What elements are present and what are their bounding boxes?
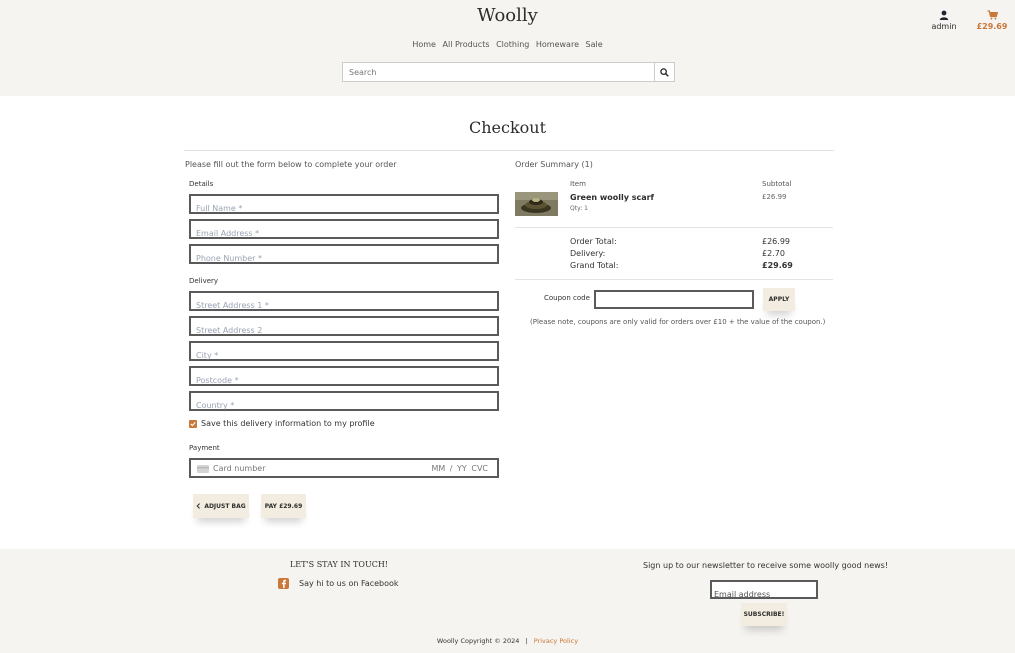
item-qty: Qty: 1	[570, 205, 588, 212]
coupon-note: (Please note, coupons are only valid for…	[530, 318, 826, 326]
order-total-value: £26.99	[762, 237, 790, 246]
brand-logo[interactable]: Woolly	[0, 5, 1015, 26]
delivery-label: Delivery	[189, 277, 219, 285]
totals-divider	[515, 279, 833, 280]
copyright-text: Woolly Copyright © 2024	[436, 637, 520, 645]
cart-icon	[987, 10, 998, 20]
phone-input[interactable]	[191, 250, 497, 267]
save-info-label: Save this delivery information to my pro…	[201, 419, 375, 428]
newsletter-text: Sign up to our newsletter to receive som…	[643, 561, 889, 570]
country-field	[189, 391, 499, 414]
facebook-text: Say hi to us on Facebook	[299, 579, 399, 588]
account-menu[interactable]: admin	[926, 10, 962, 31]
full-name-field	[189, 194, 499, 217]
save-info-row: Save this delivery information to my pro…	[189, 419, 375, 428]
city-field	[189, 341, 499, 364]
form-intro: Please fill out the form below to comple…	[185, 160, 397, 169]
newsletter-email-input[interactable]	[712, 587, 816, 602]
bag-total: £29.69	[976, 22, 1008, 31]
postcode-field	[189, 366, 499, 389]
title-divider	[184, 150, 834, 151]
item-name: Green woolly scarf	[570, 193, 655, 202]
page-title: Checkout	[468, 118, 547, 137]
card-number-placeholder: Card number	[213, 464, 266, 473]
check-icon	[190, 421, 196, 426]
street1-input[interactable]	[191, 297, 497, 314]
phone-field	[189, 244, 499, 267]
facebook-link[interactable]: Say hi to us on Facebook	[278, 578, 399, 589]
delivery-cost-value: £2.70	[762, 249, 785, 258]
col-head-item: Item	[570, 180, 586, 188]
adjust-bag-button[interactable]: ADJUST BAG	[193, 494, 249, 518]
copyright-line: Woolly Copyright © 2024 | Privacy Policy	[0, 637, 1015, 645]
street2-field	[189, 316, 499, 339]
credit-card-icon	[197, 465, 209, 473]
privacy-policy-link[interactable]: Privacy Policy	[534, 637, 578, 645]
item-subtotal: £26.99	[762, 193, 787, 201]
details-label: Details	[189, 180, 214, 188]
subscribe-button[interactable]: SUBSCRIBE!	[741, 603, 787, 626]
product-thumbnail[interactable]	[515, 192, 558, 216]
payment-label: Payment	[189, 444, 220, 452]
chevron-left-icon	[196, 503, 201, 509]
order-summary-title: Order Summary (1)	[515, 160, 593, 169]
nav-item-home[interactable]: Home	[412, 40, 436, 49]
subscribe-label: SUBSCRIBE!	[743, 611, 785, 618]
pay-label: PAY £29.69	[264, 502, 303, 510]
search-icon	[660, 67, 669, 77]
col-head-subtotal: Subtotal	[762, 180, 792, 188]
full-name-input[interactable]	[191, 200, 497, 217]
card-input-field[interactable]: Card number MM / YY CVC	[189, 458, 499, 478]
facebook-icon	[278, 578, 289, 589]
grand-total-label: Grand Total:	[570, 261, 619, 270]
main-nav: Home All Products Clothing Homeware Sale	[0, 40, 1015, 49]
email-input[interactable]	[191, 225, 497, 242]
city-input[interactable]	[191, 347, 497, 364]
postcode-input[interactable]	[191, 372, 497, 389]
newsletter-email-field	[710, 580, 818, 602]
street1-field	[189, 291, 499, 314]
delivery-cost-label: Delivery:	[570, 249, 606, 258]
grand-total-value: £29.69	[762, 261, 793, 270]
search-button[interactable]	[654, 63, 674, 81]
street2-input[interactable]	[191, 322, 497, 339]
nav-item-clothing[interactable]: Clothing	[496, 40, 529, 49]
search-input[interactable]	[343, 63, 654, 81]
site-header: Woolly Home All Products Clothing Homewa…	[0, 0, 1015, 96]
email-field	[189, 219, 499, 242]
account-label: admin	[931, 22, 957, 31]
user-icon	[939, 10, 949, 20]
order-total-label: Order Total:	[570, 237, 617, 246]
apply-coupon-button[interactable]: APPLY	[763, 288, 795, 311]
nav-item-homeware[interactable]: Homeware	[536, 40, 579, 49]
coupon-field	[594, 290, 754, 310]
footer-separator: |	[525, 637, 528, 645]
coupon-label: Coupon code	[544, 294, 590, 302]
card-expiry-cvc: MM / YY CVC	[431, 464, 488, 473]
pay-button[interactable]: PAY £29.69	[261, 494, 306, 518]
apply-label: APPLY	[768, 296, 790, 303]
summary-divider	[515, 227, 833, 228]
country-input[interactable]	[191, 397, 497, 414]
coupon-input[interactable]	[596, 295, 752, 310]
nav-item-all-products[interactable]: All Products	[443, 40, 490, 49]
site-footer: LET'S STAY IN TOUCH! Say hi to us on Fac…	[0, 549, 1015, 653]
stay-in-touch-title: LET'S STAY IN TOUCH!	[289, 560, 389, 569]
nav-item-sale[interactable]: Sale	[586, 40, 603, 49]
shopping-bag[interactable]: £29.69	[974, 10, 1010, 31]
save-info-checkbox[interactable]	[189, 419, 197, 428]
search-bar	[342, 62, 675, 82]
adjust-bag-label: ADJUST BAG	[204, 502, 246, 510]
